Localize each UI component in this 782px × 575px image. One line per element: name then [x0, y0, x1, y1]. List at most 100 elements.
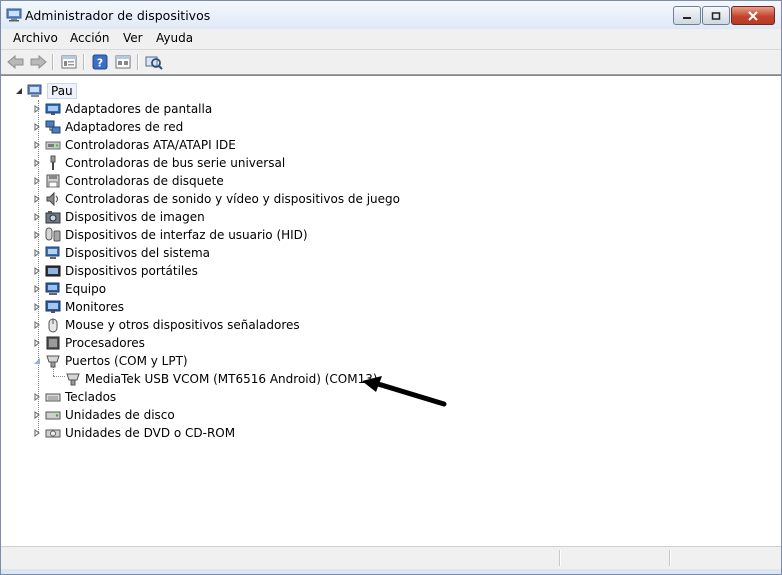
tree-category[interactable]: Controladoras ATA/ATAPI IDE — [32, 136, 236, 154]
device-tree-panel: Pau Adaptadores de pantalla Adaptadores … — [1, 75, 781, 546]
close-icon — [748, 10, 758, 21]
tree-root[interactable]: Pau — [14, 82, 77, 100]
forward-icon[interactable] — [29, 53, 47, 71]
svg-text:?: ? — [97, 57, 103, 70]
annotation-arrow — [362, 376, 447, 407]
toolbar: ? — [1, 50, 781, 75]
system-device-icon — [45, 246, 60, 259]
expand-arrow-icon[interactable] — [32, 213, 41, 222]
expand-arrow-icon[interactable] — [32, 321, 41, 330]
expand-arrow-icon[interactable] — [32, 429, 41, 438]
hid-icon — [45, 227, 61, 242]
expand-arrow-icon[interactable] — [32, 249, 41, 258]
tree-category[interactable]: Unidades de DVD o CD-ROM — [32, 424, 235, 442]
tree-category[interactable]: Monitores — [32, 298, 124, 316]
tree-category-label: Equipo — [65, 282, 107, 296]
expand-arrow-icon[interactable] — [32, 105, 41, 114]
tree-category-label: Mouse y otros dispositivos señaladores — [65, 318, 300, 332]
tree-category-label: Adaptadores de red — [65, 120, 184, 134]
device-manager-window: Administrador de dispositivos Archivo Ac… — [0, 0, 782, 575]
expand-arrow-icon[interactable] — [32, 123, 41, 132]
sound-icon — [46, 191, 58, 207]
tree-category-label: Controladoras de sonido y vídeo y dispos… — [65, 192, 400, 206]
floppy-icon — [46, 174, 60, 188]
monitor-icon — [45, 300, 61, 313]
scan-hardware-icon[interactable] — [145, 53, 163, 71]
tree-device-item[interactable]: MediaTek USB VCOM (MT6516 Android) (COM1… — [65, 370, 378, 388]
processor-icon — [46, 336, 60, 350]
maximize-icon — [711, 11, 721, 20]
portable-device-icon — [45, 265, 61, 277]
tree-category-label: Teclados — [65, 390, 117, 404]
tree-category-label: Dispositivos del sistema — [65, 246, 211, 260]
tree-root-label: Pau — [47, 83, 77, 99]
computer-icon — [27, 84, 42, 97]
mouse-icon — [48, 318, 58, 333]
tree-category-expanded[interactable]: Puertos (COM y LPT) — [32, 352, 188, 370]
port-icon — [66, 373, 80, 386]
tree-category[interactable]: Controladoras de disquete — [32, 172, 224, 190]
view-icon[interactable] — [114, 53, 132, 71]
minimize-icon — [683, 16, 691, 19]
title-bar[interactable]: Administrador de dispositivos — [1, 1, 781, 29]
tree-category[interactable]: Procesadores — [32, 334, 145, 352]
tree-category[interactable]: Adaptadores de red — [32, 118, 183, 136]
expand-arrow-icon[interactable] — [32, 393, 41, 402]
tree-category[interactable]: Dispositivos del sistema — [32, 244, 210, 262]
tree-category[interactable]: Unidades de disco — [32, 406, 175, 424]
expand-arrow-icon[interactable] — [32, 141, 41, 150]
tree-category-label: Dispositivos de imagen — [65, 210, 205, 224]
expand-arrow-icon[interactable] — [32, 177, 41, 186]
menu-accion[interactable]: Acción — [70, 31, 109, 45]
tree-category-label: Unidades de disco — [65, 408, 175, 422]
tree-category-label: Adaptadores de pantalla — [65, 102, 213, 116]
tree-category[interactable]: Controladoras de sonido y vídeo y dispos… — [32, 190, 400, 208]
tree-category[interactable]: Teclados — [32, 388, 116, 406]
usb-icon — [50, 155, 56, 170]
keyboard-icon — [45, 393, 61, 402]
status-bar — [1, 546, 781, 569]
expand-arrow-icon[interactable] — [32, 303, 41, 312]
expand-arrow-icon[interactable] — [32, 159, 41, 168]
collapse-arrow-icon[interactable] — [14, 87, 23, 96]
tree-category[interactable]: Dispositivos portátiles — [32, 262, 198, 280]
expand-arrow-icon[interactable] — [32, 411, 41, 420]
tree-category[interactable]: Adaptadores de pantalla — [32, 100, 212, 118]
back-icon[interactable] — [7, 53, 25, 71]
camera-icon — [45, 211, 61, 224]
tree-device-label: MediaTek USB VCOM (MT6516 Android) (COM1… — [85, 372, 378, 386]
maximize-button[interactable] — [702, 6, 730, 25]
expand-arrow-icon[interactable] — [32, 285, 41, 294]
properties-icon[interactable] — [60, 53, 78, 71]
tree-category[interactable]: Equipo — [32, 280, 106, 298]
tree-category[interactable]: Controladoras de bus serie universal — [32, 154, 285, 172]
tree-category-label: Dispositivos portátiles — [65, 264, 198, 278]
expand-arrow-icon[interactable] — [32, 195, 41, 204]
tree-category-label: Unidades de DVD o CD-ROM — [65, 426, 236, 440]
close-button[interactable] — [731, 6, 775, 25]
collapse-arrow-icon[interactable] — [32, 357, 41, 366]
help-icon[interactable]: ? — [91, 53, 109, 71]
tree-category-label: Controladoras ATA/ATAPI IDE — [65, 138, 236, 152]
expand-arrow-icon[interactable] — [32, 231, 41, 240]
menu-ayuda[interactable]: Ayuda — [156, 31, 193, 45]
tree-category[interactable]: Mouse y otros dispositivos señaladores — [32, 316, 300, 334]
tree-category-label: Controladoras de bus serie universal — [65, 156, 286, 170]
tree-category[interactable]: Dispositivos de interfaz de usuario (HID… — [32, 226, 308, 244]
dvd-icon — [45, 429, 61, 438]
device-tree: Pau Adaptadores de pantalla Adaptadores … — [1, 76, 781, 546]
display-adapter-icon — [45, 103, 61, 115]
menu-ver[interactable]: Ver — [123, 31, 143, 45]
expand-arrow-icon[interactable] — [32, 339, 41, 348]
tree-category-label: Puertos (COM y LPT) — [65, 354, 188, 368]
tree-category-label: Monitores — [65, 300, 124, 314]
minimize-button[interactable] — [673, 6, 701, 25]
menu-bar: Archivo Acción Ver Ayuda — [1, 29, 781, 50]
port-icon — [46, 355, 60, 368]
expand-arrow-icon[interactable] — [32, 267, 41, 276]
disk-icon — [45, 411, 61, 420]
tree-category[interactable]: Dispositivos de imagen — [32, 208, 205, 226]
menu-archivo[interactable]: Archivo — [13, 31, 58, 45]
ide-controller-icon — [45, 141, 61, 150]
tree-category-label: Procesadores — [65, 336, 145, 350]
